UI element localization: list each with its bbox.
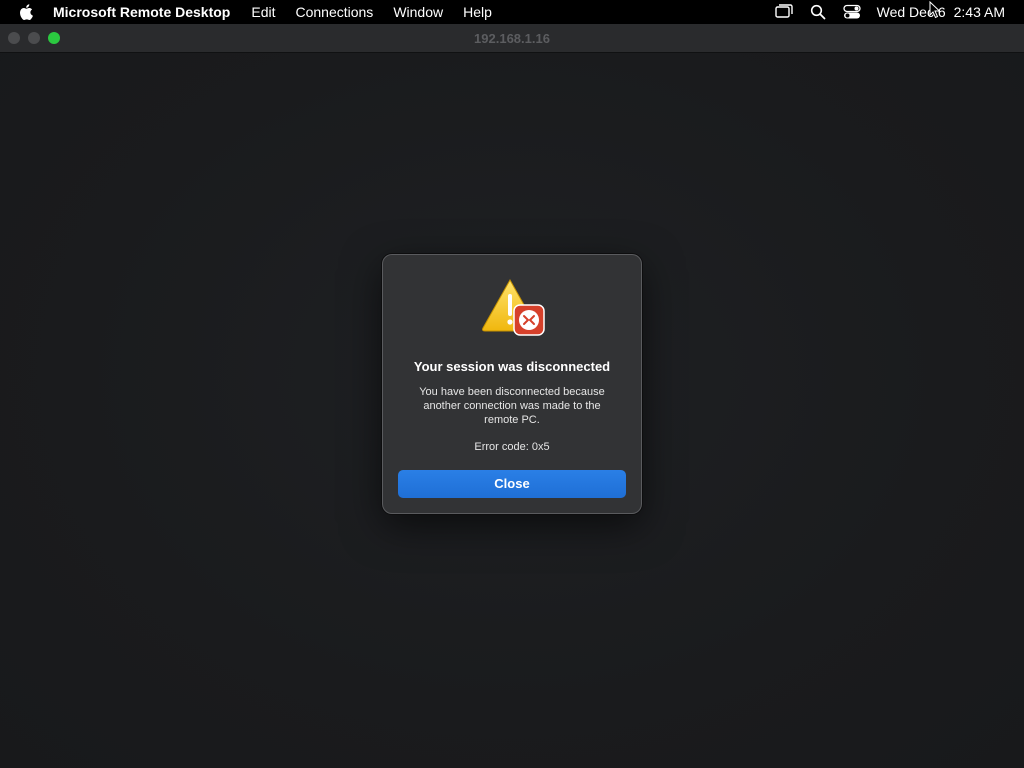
window-title: 192.168.1.16 (474, 31, 550, 46)
apple-logo-icon[interactable] (19, 4, 33, 20)
menu-edit[interactable]: Edit (251, 4, 275, 20)
menu-connections[interactable]: Connections (295, 4, 373, 20)
status-area: Wed Dec 6 2:43 AM (774, 0, 1024, 24)
window-title-bar[interactable]: 192.168.1.16 (0, 24, 1024, 53)
mouse-pointer-icon (929, 0, 941, 19)
control-center-icon[interactable] (842, 3, 861, 21)
search-icon[interactable] (809, 3, 827, 21)
close-button[interactable]: Close (398, 470, 626, 498)
error-code-text: Error code: 0x5 (474, 441, 550, 453)
screen-mirroring-icon[interactable] (774, 3, 793, 21)
app-name-menu[interactable]: Microsoft Remote Desktop (53, 4, 230, 20)
menu-bar: Microsoft Remote Desktop Edit Connection… (0, 0, 1024, 24)
warning-remote-desktop-icon (482, 278, 546, 338)
dialog-title: Your session was disconnected (413, 359, 611, 374)
menu-window[interactable]: Window (393, 4, 443, 20)
disconnect-dialog: Your session was disconnected You have b… (382, 254, 642, 514)
menu-help[interactable]: Help (463, 4, 492, 20)
clock-time: 2:43 AM (953, 4, 1005, 20)
dialog-message: You have been disconnected because anoth… (419, 386, 605, 426)
